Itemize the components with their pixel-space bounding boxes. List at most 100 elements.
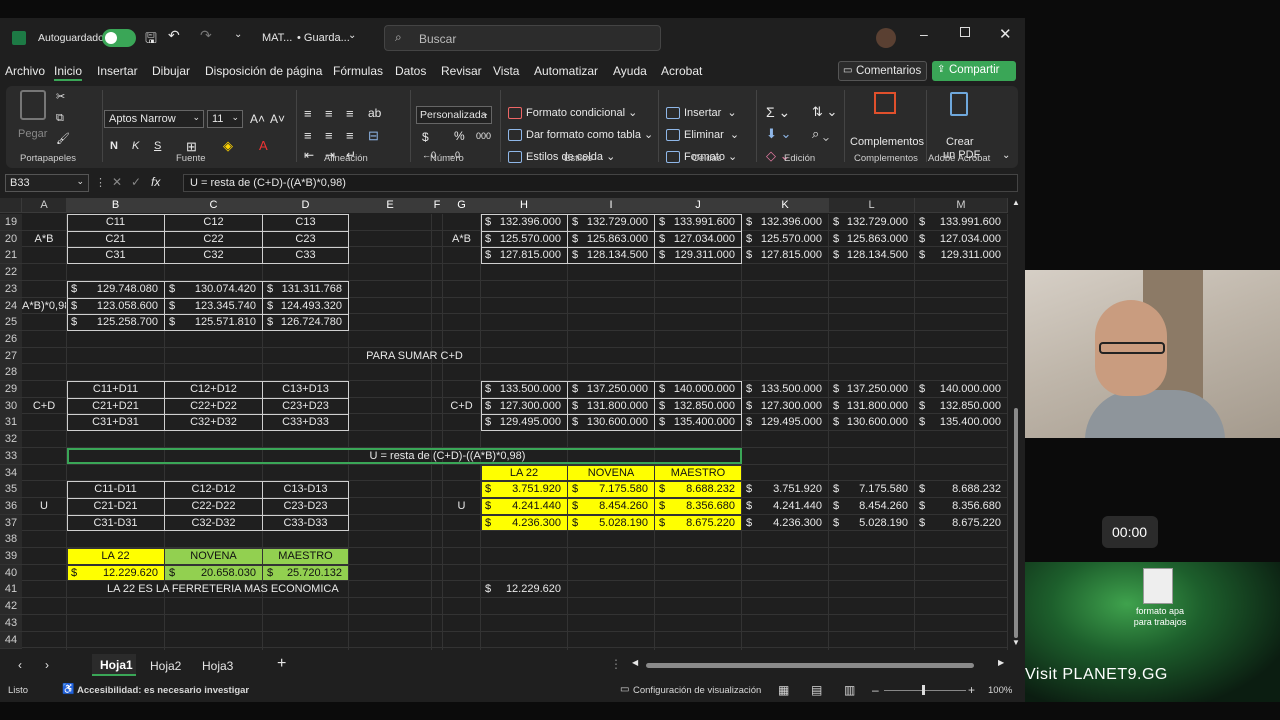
row-header-28[interactable]: 28 xyxy=(0,364,22,382)
fill-icon[interactable]: ⬇ ⌄ xyxy=(766,126,791,142)
maximize-icon[interactable] xyxy=(960,27,970,37)
italic-button[interactable]: K xyxy=(132,140,139,152)
formula-input[interactable]: U = resta de (C+D)-((A*B)*0,98) xyxy=(183,174,1018,192)
insert-cells-button[interactable]: Insertar ⌄ xyxy=(666,106,737,120)
table-format-button[interactable]: Dar formato como tabla ⌄ xyxy=(508,128,653,142)
currency-button[interactable]: $ xyxy=(422,130,429,144)
row-header-21[interactable]: 21 xyxy=(0,247,22,265)
cell-L35[interactable]: $7.175.580 xyxy=(829,481,914,497)
addins-icon[interactable] xyxy=(874,92,896,114)
row-header-23[interactable]: 23 xyxy=(0,280,22,298)
cell-K31[interactable]: $129.495.000 xyxy=(742,414,828,430)
column-header-G[interactable]: G xyxy=(443,198,481,213)
cell-M29[interactable]: $140.000.000 xyxy=(915,381,1007,397)
row-header-20[interactable]: 20 xyxy=(0,230,22,248)
cell-L30[interactable]: $131.800.000 xyxy=(829,398,914,414)
column-header-F[interactable]: F xyxy=(432,198,443,213)
menu-dibujar[interactable]: Dibujar xyxy=(152,64,190,78)
thousands-button[interactable]: 000 xyxy=(476,131,491,141)
chevron-down-icon[interactable]: ⌄ xyxy=(348,30,356,41)
cell-L21[interactable]: $128.134.500 xyxy=(829,247,914,263)
undo-icon[interactable]: ↶ xyxy=(168,27,180,44)
row-header-41[interactable]: 41 xyxy=(0,581,22,599)
close-icon[interactable]: ✕ xyxy=(999,25,1012,43)
column-header-L[interactable]: L xyxy=(829,198,915,213)
sheet-tab-hoja3[interactable]: Hoja3 xyxy=(202,659,233,673)
accessibility-status[interactable]: Accesibilidad: es necesario investigar xyxy=(77,685,249,696)
cell-L37[interactable]: $5.028.190 xyxy=(829,515,914,531)
cell-K37[interactable]: $4.236.300 xyxy=(742,515,828,531)
addins-label[interactable]: Complementos xyxy=(850,136,924,148)
spreadsheet-grid[interactable]: A B C D E F G H I J K L M 19 20 21 22 23 24 25 26 27 28 29 30 31 3… xyxy=(0,198,1008,650)
menu-formulas[interactable]: Fórmulas xyxy=(333,64,383,78)
number-format-select[interactable]: Personalizada ⌄ xyxy=(416,106,492,124)
menu-insertar[interactable]: Insertar xyxy=(97,64,138,78)
cell-K36[interactable]: $4.241.440 xyxy=(742,498,828,514)
copy-icon[interactable]: ⧉ xyxy=(56,112,64,125)
column-header-I[interactable]: I xyxy=(568,198,655,213)
sheet-tab-hoja2[interactable]: Hoja2 xyxy=(150,659,181,673)
row-header-38[interactable]: 38 xyxy=(0,531,22,549)
column-header-A[interactable]: A xyxy=(22,198,67,213)
row-header-25[interactable]: 25 xyxy=(0,314,22,332)
font-size-select[interactable]: 11 ⌄ xyxy=(207,110,243,128)
row-header-31[interactable]: 31 xyxy=(0,414,22,432)
cell-H41[interactable]: $12.229.620 xyxy=(481,581,567,597)
format-painter-icon[interactable]: 🖌 xyxy=(56,132,70,145)
file-name[interactable]: MAT... xyxy=(262,32,292,44)
delete-cells-button[interactable]: Eliminar ⌄ xyxy=(666,128,739,142)
create-pdf-icon[interactable] xyxy=(950,92,968,116)
row-header-39[interactable]: 39 xyxy=(0,548,22,565)
cell-L29[interactable]: $137.250.000 xyxy=(829,381,914,397)
cell-M31[interactable]: $135.400.000 xyxy=(915,414,1007,430)
row-header-24[interactable]: 24 xyxy=(0,297,22,315)
prev-sheet-icon[interactable]: ‹ xyxy=(18,658,22,672)
menu-vista[interactable]: Vista xyxy=(493,64,519,78)
cell-M35[interactable]: $8.688.232 xyxy=(915,481,1007,497)
cell-A24[interactable]: A*B)*0,98 xyxy=(22,298,66,314)
grow-font-icon[interactable]: A˄ xyxy=(250,112,265,126)
share-button[interactable]: ⇪ Compartir xyxy=(932,61,1016,81)
cell-M37[interactable]: $8.675.220 xyxy=(915,515,1007,531)
minimize-icon[interactable]: – xyxy=(920,26,928,42)
font-name-select[interactable]: Aptos Narrow ⌄ xyxy=(104,110,204,128)
autosave-toggle[interactable] xyxy=(102,29,136,47)
row-header-32[interactable]: 32 xyxy=(0,431,22,449)
column-header-E[interactable]: E xyxy=(349,198,432,213)
align-middle-icon[interactable]: ≡ xyxy=(325,106,333,121)
sheet-tab-hoja1[interactable]: Hoja1 xyxy=(92,654,136,676)
cell-styles-button[interactable]: Estilos de celda ⌄ xyxy=(508,150,615,164)
scroll-down-icon[interactable]: ▼ xyxy=(1012,638,1020,647)
column-header-B[interactable]: B xyxy=(67,198,165,213)
font-color-icon[interactable]: A xyxy=(259,138,268,153)
row-header-26[interactable]: 26 xyxy=(0,330,22,348)
column-header-J[interactable]: J xyxy=(655,198,742,213)
menu-ayuda[interactable]: Ayuda xyxy=(613,64,647,78)
column-header-D[interactable]: D xyxy=(263,198,349,213)
cell-M30[interactable]: $132.850.000 xyxy=(915,398,1007,414)
cell-K29[interactable]: $133.500.000 xyxy=(742,381,828,397)
row-header-34[interactable]: 34 xyxy=(0,464,22,482)
row-header-33[interactable]: 33 xyxy=(0,447,22,465)
row-header-35[interactable]: 35 xyxy=(0,481,22,499)
menu-disposicion[interactable]: Disposición de página xyxy=(205,64,322,78)
sort-filter-icon[interactable]: ⇅ ⌄ xyxy=(812,104,837,120)
cell-M20[interactable]: $127.034.000 xyxy=(915,231,1007,247)
row-header-29[interactable]: 29 xyxy=(0,381,22,398)
row-header-19[interactable]: 19 xyxy=(0,214,22,231)
comments-button[interactable]: ▭ Comentarios xyxy=(838,61,927,81)
cell-G20[interactable]: A*B xyxy=(443,231,480,247)
column-header-K[interactable]: K xyxy=(742,198,829,213)
zoom-in-icon[interactable]: + xyxy=(968,683,975,697)
align-right-icon[interactable]: ≡ xyxy=(346,128,354,143)
conditional-format-button[interactable]: Formato condicional ⌄ xyxy=(508,106,637,120)
cell-B41[interactable]: LA 22 ES LA FERRETERIA MAS ECONOMICA xyxy=(67,581,348,597)
cell-K20[interactable]: $125.570.000 xyxy=(742,231,828,247)
scroll-up-icon[interactable]: ▲ xyxy=(1012,198,1020,207)
zoom-out-icon[interactable]: – xyxy=(872,683,879,697)
row-header-42[interactable]: 42 xyxy=(0,598,22,616)
menu-inicio[interactable]: Inicio xyxy=(54,64,83,81)
name-box[interactable]: B33 ⌄ xyxy=(5,174,89,192)
cell-A20[interactable]: A*B xyxy=(22,231,66,247)
cell-L20[interactable]: $125.863.000 xyxy=(829,231,914,247)
